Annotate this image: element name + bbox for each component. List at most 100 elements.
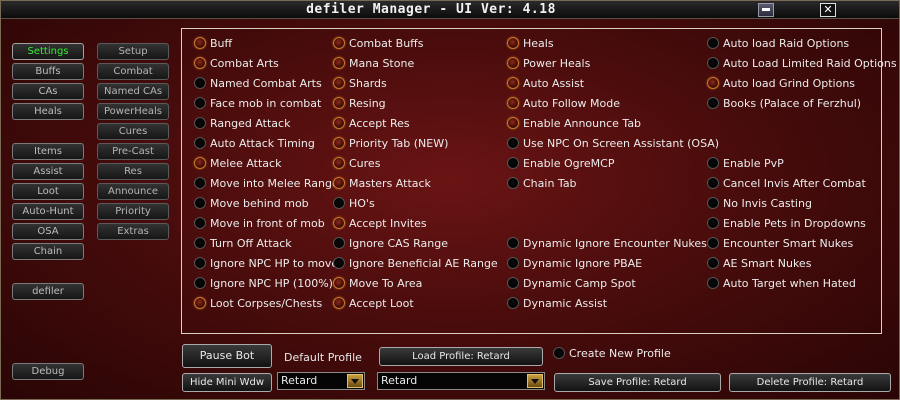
radio-unchecked-icon[interactable] xyxy=(194,97,206,109)
option-dynamic-assist[interactable]: Dynamic Assist xyxy=(507,295,607,311)
radio-unchecked-icon[interactable] xyxy=(194,217,206,229)
nav-heals-button[interactable]: Heals xyxy=(12,103,84,120)
nav-debug-button[interactable]: Debug xyxy=(12,363,84,380)
radio-unchecked-icon[interactable] xyxy=(707,217,719,229)
radio-unchecked-icon[interactable] xyxy=(707,257,719,269)
option-dynamic-ignore-pbae[interactable]: Dynamic Ignore PBAE xyxy=(507,255,642,271)
hide-mini-window-button[interactable]: Hide Mini Wdw xyxy=(182,373,272,392)
option-auto-attack-timing[interactable]: Auto Attack Timing xyxy=(194,135,315,151)
nav-pre-cast-button[interactable]: Pre-Cast xyxy=(97,143,169,160)
option-shards[interactable]: Shards xyxy=(333,75,387,91)
option-no-invis-casting[interactable]: No Invis Casting xyxy=(707,195,812,211)
radio-unchecked-icon[interactable] xyxy=(707,157,719,169)
option-move-in-front-of-mob[interactable]: Move in front of mob xyxy=(194,215,325,231)
option-auto-follow-mode[interactable]: Auto Follow Mode xyxy=(507,95,620,111)
option-mana-stone[interactable]: Mana Stone xyxy=(333,55,414,71)
option-dynamic-ignore-encounter-nukes[interactable]: Dynamic Ignore Encounter Nukes xyxy=(507,235,707,251)
option-enable-pets-in-dropdowns[interactable]: Enable Pets in Dropdowns xyxy=(707,215,866,231)
option-resing[interactable]: Resing xyxy=(333,95,386,111)
radio-checked-icon[interactable] xyxy=(333,157,345,169)
option-ignore-npc-hp-100[interactable]: Ignore NPC HP (100%) xyxy=(194,275,333,291)
radio-unchecked-icon[interactable] xyxy=(507,237,519,249)
option-masters-attack[interactable]: Masters Attack xyxy=(333,175,431,191)
radio-checked-icon[interactable] xyxy=(333,297,345,309)
radio-unchecked-icon[interactable] xyxy=(194,197,206,209)
radio-unchecked-icon[interactable] xyxy=(333,237,345,249)
radio-unchecked-icon[interactable] xyxy=(507,277,519,289)
option-heals[interactable]: Heals xyxy=(507,35,554,51)
option-enable-ogremcp[interactable]: Enable OgreMCP xyxy=(507,155,614,171)
radio-checked-icon[interactable] xyxy=(194,37,206,49)
option-dynamic-camp-spot[interactable]: Dynamic Camp Spot xyxy=(507,275,636,291)
nav-buffs-button[interactable]: Buffs xyxy=(12,63,84,80)
load-profile-button[interactable]: Load Profile: Retard xyxy=(379,347,543,366)
minimize-button[interactable] xyxy=(758,3,774,17)
option-move-behind-mob[interactable]: Move behind mob xyxy=(194,195,309,211)
option-accept-loot[interactable]: Accept Loot xyxy=(333,295,414,311)
option-auto-load-limited-raid-options[interactable]: Auto Load Limited Raid Options xyxy=(707,55,897,71)
nav-chain-button[interactable]: Chain xyxy=(12,243,84,260)
option-loot-corpses-chests[interactable]: Loot Corpses/Chests xyxy=(194,295,322,311)
option-ignore-cas-range[interactable]: Ignore CAS Range xyxy=(333,235,448,251)
option-priority-tab-new[interactable]: Priority Tab (NEW) xyxy=(333,135,448,151)
nav-setup-button[interactable]: Setup xyxy=(97,43,169,60)
radio-unchecked-icon[interactable] xyxy=(194,137,206,149)
radio-checked-icon[interactable] xyxy=(707,77,719,89)
option-turn-off-attack[interactable]: Turn Off Attack xyxy=(194,235,292,251)
radio-unchecked-icon[interactable] xyxy=(194,277,206,289)
option-ignore-beneficial-ae-range[interactable]: Ignore Beneficial AE Range xyxy=(333,255,498,271)
save-profile-button[interactable]: Save Profile: Retard xyxy=(554,373,721,392)
radio-unchecked-icon[interactable] xyxy=(194,257,206,269)
option-move-to-area[interactable]: Move To Area xyxy=(333,275,422,291)
radio-unchecked-icon[interactable] xyxy=(707,277,719,289)
nav-res-button[interactable]: Res xyxy=(97,163,169,180)
option-enable-pvp[interactable]: Enable PvP xyxy=(707,155,784,171)
radio-unchecked-icon[interactable] xyxy=(707,97,719,109)
nav-powerheals-button[interactable]: PowerHeals xyxy=(97,103,169,120)
radio-checked-icon[interactable] xyxy=(507,37,519,49)
nav-priority-button[interactable]: Priority xyxy=(97,203,169,220)
option-combat-buffs[interactable]: Combat Buffs xyxy=(333,35,424,51)
radio-unchecked-icon[interactable] xyxy=(333,197,345,209)
nav-extras-button[interactable]: Extras xyxy=(97,223,169,240)
radio-checked-icon[interactable] xyxy=(333,37,345,49)
chevron-down-icon[interactable] xyxy=(347,374,363,388)
option-enable-announce-tab[interactable]: Enable Announce Tab xyxy=(507,115,641,131)
option-cancel-invis-after-combat[interactable]: Cancel Invis After Combat xyxy=(707,175,866,191)
option-auto-load-grind-options[interactable]: Auto load Grind Options xyxy=(707,75,855,91)
option-accept-res[interactable]: Accept Res xyxy=(333,115,410,131)
delete-profile-button[interactable]: Delete Profile: Retard xyxy=(729,373,891,392)
option-melee-attack[interactable]: Melee Attack xyxy=(194,155,281,171)
radio-unchecked-icon[interactable] xyxy=(194,237,206,249)
option-face-mob-in-combat[interactable]: Face mob in combat xyxy=(194,95,321,111)
option-power-heals[interactable]: Power Heals xyxy=(507,55,590,71)
nav-auto-hunt-button[interactable]: Auto-Hunt xyxy=(12,203,84,220)
option-use-npc-on-screen-assistant-osa[interactable]: Use NPC On Screen Assistant (OSA) xyxy=(507,135,719,151)
radio-unchecked-icon[interactable] xyxy=(507,137,519,149)
default-profile-select[interactable]: Retard xyxy=(277,372,365,390)
option-auto-target-when-hated[interactable]: Auto Target when Hated xyxy=(707,275,856,291)
radio-unchecked-icon[interactable] xyxy=(194,77,206,89)
radio-checked-icon[interactable] xyxy=(507,77,519,89)
radio-checked-icon[interactable] xyxy=(333,57,345,69)
radio-checked-icon[interactable] xyxy=(507,57,519,69)
option-auto-load-raid-options[interactable]: Auto load Raid Options xyxy=(707,35,849,51)
radio-unchecked-icon[interactable] xyxy=(707,177,719,189)
nav-settings-button[interactable]: Settings xyxy=(12,43,84,60)
pause-bot-button[interactable]: Pause Bot xyxy=(182,344,272,368)
radio-icon[interactable] xyxy=(553,347,565,359)
radio-checked-icon[interactable] xyxy=(194,57,206,69)
option-accept-invites[interactable]: Accept Invites xyxy=(333,215,427,231)
nav-assist-button[interactable]: Assist xyxy=(12,163,84,180)
option-encounter-smart-nukes[interactable]: Encounter Smart Nukes xyxy=(707,235,853,251)
radio-checked-icon[interactable] xyxy=(333,217,345,229)
radio-unchecked-icon[interactable] xyxy=(507,157,519,169)
option-books-palace-of-ferzhul[interactable]: Books (Palace of Ferzhul) xyxy=(707,95,861,111)
create-new-profile-checkbox[interactable]: Create New Profile xyxy=(553,345,671,361)
title-bar[interactable]: defiler Manager - UI Ver: 4.18 ✕ xyxy=(1,1,899,19)
radio-unchecked-icon[interactable] xyxy=(333,257,345,269)
nav-items-button[interactable]: Items xyxy=(12,143,84,160)
radio-unchecked-icon[interactable] xyxy=(507,297,519,309)
radio-unchecked-icon[interactable] xyxy=(707,37,719,49)
profile-select[interactable]: Retard xyxy=(377,372,545,390)
